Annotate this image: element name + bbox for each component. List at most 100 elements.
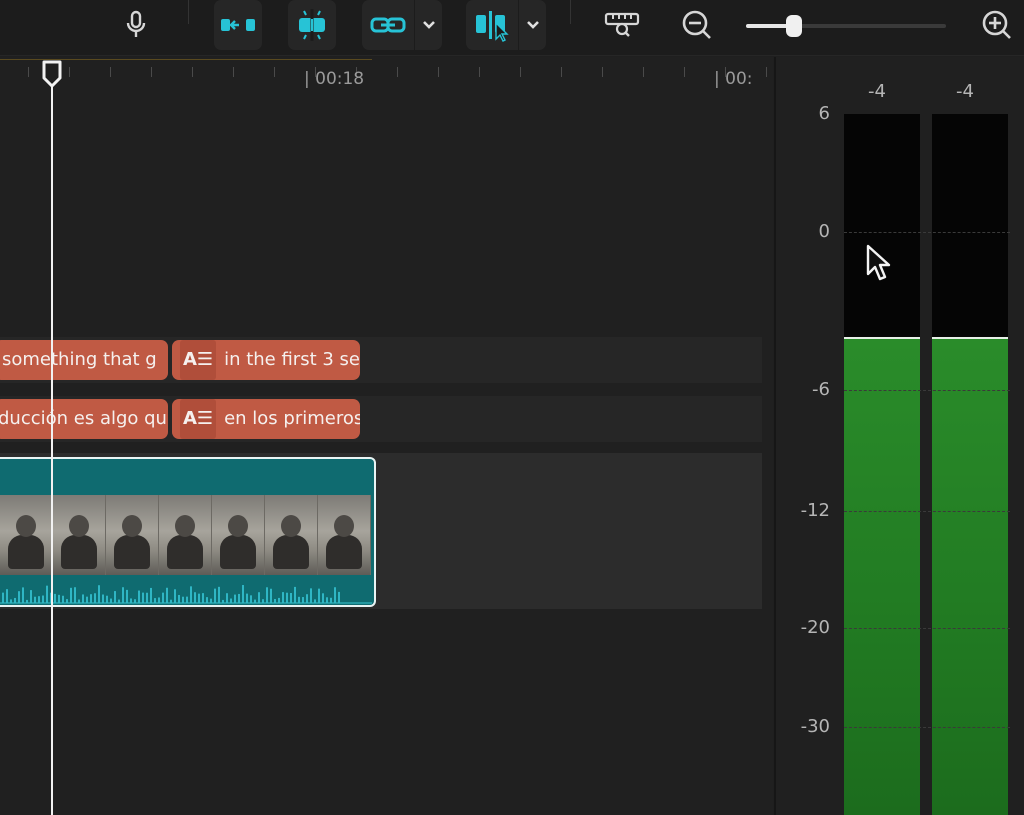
waveform-bar bbox=[234, 594, 236, 603]
playhead-handle[interactable] bbox=[41, 60, 63, 88]
ruler-timecode: | 00: bbox=[714, 69, 753, 89]
waveform-bar bbox=[78, 599, 80, 603]
zoom-slider-handle[interactable] bbox=[786, 15, 802, 37]
split-cursor-icon bbox=[476, 11, 509, 42]
waveform-bar bbox=[314, 599, 316, 603]
caption-clip[interactable]: A☰ en los primeros bbox=[172, 399, 360, 439]
db-grid-line bbox=[844, 727, 1010, 728]
waveform-bar bbox=[190, 586, 192, 603]
split-mode-button[interactable] bbox=[466, 0, 518, 50]
zoom-in-button[interactable] bbox=[978, 0, 1016, 50]
caption-text: something that g bbox=[2, 349, 157, 370]
zoom-out-icon bbox=[682, 10, 711, 39]
db-scale-label: -6 bbox=[812, 379, 830, 400]
waveform-bar bbox=[214, 588, 216, 603]
waveform-bar bbox=[222, 599, 224, 603]
ruler-tick bbox=[192, 67, 193, 77]
split-mode-dropdown[interactable] bbox=[518, 0, 546, 50]
video-thumbnail bbox=[0, 495, 53, 575]
video-thumbnail bbox=[159, 495, 212, 575]
waveform-bar bbox=[226, 593, 228, 603]
waveform-bar bbox=[34, 596, 36, 603]
waveform-bar bbox=[238, 593, 240, 603]
caption-text: in the first 3 sec bbox=[224, 349, 360, 370]
caption-text: ducción es algo qu bbox=[0, 408, 167, 429]
record-voiceover-button[interactable] bbox=[118, 0, 154, 50]
waveform-bar bbox=[126, 589, 128, 603]
waveform-bar bbox=[246, 593, 248, 603]
db-grid-line bbox=[844, 232, 1010, 233]
playhead-line bbox=[51, 77, 53, 815]
waveform-bar bbox=[290, 593, 292, 603]
timeline-search-button[interactable] bbox=[600, 0, 644, 50]
caption-clip[interactable]: something that g bbox=[0, 340, 168, 380]
channel-left-peak: -4 bbox=[868, 81, 886, 102]
split-center-icon bbox=[299, 9, 325, 41]
zoom-out-button[interactable] bbox=[678, 0, 716, 50]
ruler-tick bbox=[561, 67, 562, 77]
link-clips-icon bbox=[221, 19, 255, 31]
link-button[interactable] bbox=[362, 0, 414, 50]
waveform-bar bbox=[266, 587, 268, 603]
waveform-bar bbox=[282, 592, 284, 603]
toolbar-divider bbox=[570, 0, 571, 24]
caption-clip[interactable]: A☰ in the first 3 sec bbox=[172, 340, 360, 380]
waveform-bar bbox=[218, 586, 220, 603]
time-ruler[interactable]: | 00:18 | 00: bbox=[0, 57, 773, 97]
waveform-bar bbox=[150, 587, 152, 603]
waveform-bar bbox=[274, 598, 276, 603]
waveform-bar bbox=[38, 596, 40, 603]
caption-clip[interactable]: ducción es algo qu bbox=[0, 399, 168, 439]
waveform-bar bbox=[86, 596, 88, 603]
timeline-panel[interactable]: | 00:18 | 00: something that g A☰ in the … bbox=[0, 57, 773, 815]
waveform-bar bbox=[90, 594, 92, 603]
waveform-bar bbox=[174, 589, 176, 603]
waveform-bar bbox=[154, 598, 156, 603]
ruler-tick bbox=[151, 67, 152, 77]
ruler-tick bbox=[69, 67, 70, 77]
microphone-icon bbox=[126, 10, 146, 37]
video-clip[interactable] bbox=[0, 457, 376, 607]
waveform-bar bbox=[302, 597, 304, 603]
waveform-bar bbox=[18, 591, 20, 603]
link-options-dropdown[interactable] bbox=[414, 0, 442, 50]
ruler-tick bbox=[438, 67, 439, 77]
waveform-bar bbox=[258, 592, 260, 603]
waveform-bar bbox=[334, 587, 336, 603]
timeline-toolbar bbox=[0, 0, 1024, 56]
ruler-tick bbox=[110, 67, 111, 77]
channel-left-level bbox=[844, 337, 920, 815]
waveform-bar bbox=[254, 599, 256, 603]
waveform-bar bbox=[194, 592, 196, 603]
waveform-bar bbox=[286, 592, 288, 603]
zoom-slider[interactable] bbox=[746, 15, 946, 37]
waveform-bar bbox=[122, 587, 124, 603]
waveform-bar bbox=[322, 593, 324, 603]
waveform-bar bbox=[22, 587, 24, 603]
waveform-bar bbox=[206, 597, 208, 603]
video-thumbnail bbox=[53, 495, 106, 575]
ruler-tick bbox=[643, 67, 644, 77]
waveform-bar bbox=[94, 593, 96, 603]
waveform-bar bbox=[14, 597, 16, 603]
waveform-bar bbox=[2, 592, 4, 603]
mouse-cursor-icon bbox=[866, 244, 891, 281]
waveform-bar bbox=[326, 597, 328, 603]
waveform-bar bbox=[74, 587, 76, 603]
ruler-tick bbox=[479, 67, 480, 77]
waveform-bar bbox=[54, 593, 56, 603]
waveform-bar bbox=[318, 588, 320, 603]
waveform-bar bbox=[298, 596, 300, 603]
auto-link-button[interactable] bbox=[214, 0, 262, 50]
db-grid-line bbox=[844, 390, 1010, 391]
waveform-bar bbox=[186, 596, 188, 603]
ruler-tick bbox=[520, 67, 521, 77]
waveform-bar bbox=[142, 592, 144, 603]
chevron-down-icon bbox=[422, 21, 435, 29]
waveform-bar bbox=[270, 588, 272, 603]
waveform-bar bbox=[46, 585, 48, 603]
waveform-bar bbox=[114, 591, 116, 603]
channel-right-peak: -4 bbox=[956, 81, 974, 102]
db-scale-label: -12 bbox=[800, 500, 830, 521]
split-button[interactable] bbox=[288, 0, 336, 50]
